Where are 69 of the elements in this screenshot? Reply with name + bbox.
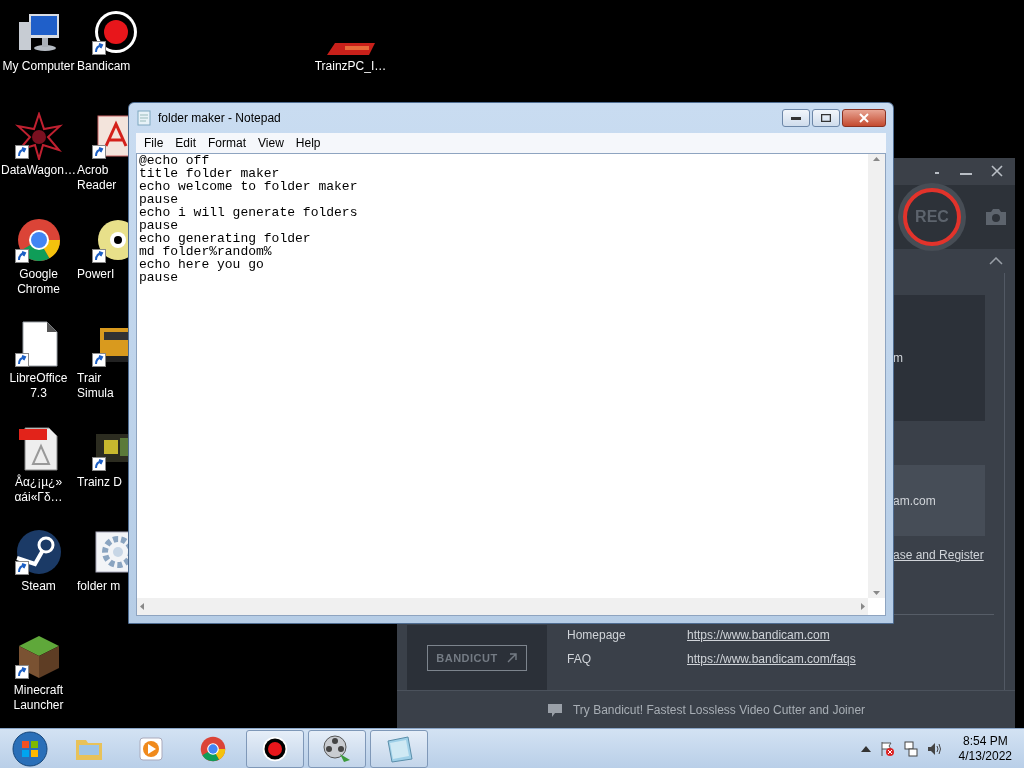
steam-icon [14,528,63,576]
scrollbar[interactable] [137,598,868,615]
chevron-up-icon[interactable] [989,257,1003,266]
icon-label[interactable]: My Computer [2,59,75,74]
notepad-icon [136,110,152,126]
icon-label[interactable]: Minecraft Launcher [13,683,64,713]
register-link[interactable]: ase and Register [893,546,984,565]
code-line: @echo off [139,154,211,167]
window-title: folder maker - Notepad [158,110,281,127]
close-icon [859,113,869,123]
close-button[interactable] [842,109,886,127]
code-line: echo i will generate folders [139,206,359,219]
browser-icon [199,734,227,763]
url-link[interactable]: https://www.bandicam.com/faqs [687,650,856,669]
code-line: pause [139,271,179,284]
icon-label[interactable]: folder m [77,579,127,594]
icon-label[interactable]: Steam [21,579,56,594]
scroll-up-icon [873,157,880,161]
icon-label[interactable]: PowerI [77,267,127,282]
code-line: pause [139,219,179,232]
icon-label[interactable]: Trainz D [77,475,127,490]
link-label: FAQ [567,651,592,669]
action-center-icon[interactable] [878,740,895,757]
code-line: pause [139,193,179,206]
icon-label[interactable]: Google Chrome [17,267,60,297]
icon-label[interactable]: DataWagon… [1,163,76,178]
minimize-button[interactable] [782,109,810,127]
icon-label[interactable]: Åα¿¡µ¿» αái«Γδ… [14,475,63,505]
media-icon [137,734,165,763]
menu-item[interactable]: Help [289,133,327,153]
maximize-button[interactable] [812,109,840,127]
card-text: am.com [893,493,936,510]
code-line: md folder%random% [139,245,273,258]
record-icon [261,734,289,763]
scroll-left-icon [140,603,144,610]
scroll-right-icon [861,603,865,610]
icon-label[interactable]: TrainzPC_I… [314,59,387,74]
code-line: echo welcome to folder maker [139,180,359,193]
external-link-icon [505,652,518,664]
icon-label[interactable]: LibreOffice 7.3 [9,371,68,401]
icon-label[interactable]: Trair Simula [77,371,127,401]
taskbar-button[interactable] [308,729,366,768]
maximize-icon [821,114,831,122]
notepad-icon [384,734,414,763]
code-line: echo here you go [139,258,265,271]
text-editor[interactable]: @echo off title folder maker echo welcome to folder maker pause echo i will generate folders pause echo generating folder md folder%random% echo here you go pause [136,153,886,616]
menu-item[interactable]: Format [202,133,253,153]
code-line: echo generating folder [139,232,312,245]
chat-icon [546,701,563,718]
url-link[interactable]: https://www.bandicam.com [687,626,856,645]
menu-item[interactable]: View [252,133,290,153]
minimize-icon [791,116,801,120]
taskbar-button[interactable] [246,729,304,768]
menu-item[interactable]: File [138,133,170,153]
film-reel-icon [322,733,352,764]
network-icon[interactable] [902,740,919,757]
scroll-down-icon [873,591,880,595]
icon-label[interactable]: Acrob Reader [77,163,127,193]
clock[interactable]: 8:54 PM 4/13/2022 [950,733,1020,764]
star-icon [14,112,63,160]
scrollbar[interactable] [868,154,885,598]
menu-item[interactable]: Edit [169,133,203,153]
close-icon[interactable] [991,165,1003,178]
card-text: m [893,350,903,368]
link-label: Homepage [567,627,627,645]
show-hidden-icon[interactable] [860,745,871,752]
windows-logo-icon [12,730,48,767]
code-line: title folder maker [139,167,281,180]
promo-text: Try Bandicut! Fastest Lossless Video Cutter and Joiner [572,701,866,719]
